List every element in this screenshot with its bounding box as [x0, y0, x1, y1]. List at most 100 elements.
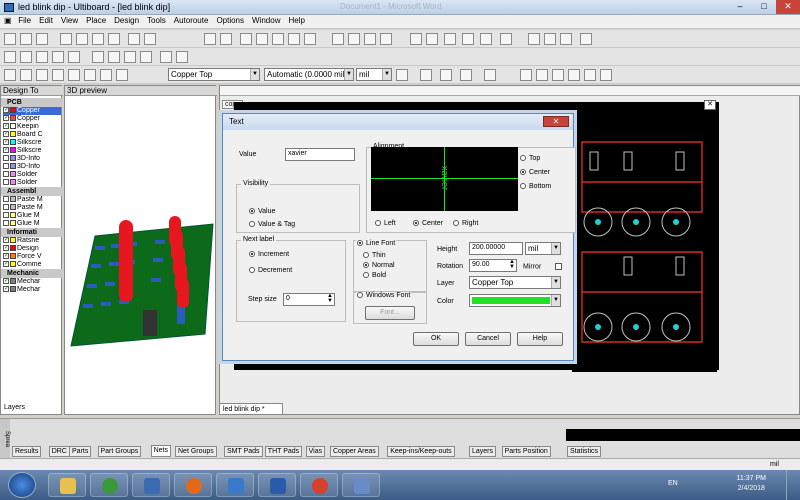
menu-place[interactable]: Place [82, 15, 110, 26]
toolbar-button[interactable] [4, 33, 16, 45]
layer-item[interactable]: ✓ Keepin [3, 123, 61, 131]
menu-window[interactable]: Window [248, 15, 284, 26]
help-button[interactable]: Help [517, 332, 563, 346]
tab-smt-pads[interactable]: SMT Pads [224, 446, 263, 457]
unit-select[interactable]: mil ▼ [356, 68, 392, 81]
toolbar-button[interactable] [92, 51, 104, 63]
toolbar-button[interactable] [92, 33, 104, 45]
layer-group-header[interactable]: Mechanic [1, 269, 63, 278]
menu-design[interactable]: Design [110, 15, 143, 26]
language-indicator[interactable]: EN [668, 480, 678, 487]
toolbar-button[interactable] [20, 33, 32, 45]
toolbar-button[interactable] [520, 69, 532, 81]
checkbox-checked-icon[interactable]: ✓ [3, 237, 9, 244]
toolbar-button[interactable] [128, 33, 140, 45]
toolbar-button[interactable] [396, 69, 408, 81]
layer-item[interactable]: ✓ Mechar [3, 286, 61, 294]
checkbox-icon[interactable] [3, 196, 9, 203]
tab-tht-pads[interactable]: THT Pads [264, 446, 303, 457]
checkbox-icon[interactable] [3, 220, 9, 227]
align-center-radio[interactable]: Center [520, 169, 550, 176]
toolbar-button[interactable] [410, 33, 422, 45]
layer-group-header[interactable]: PCB [1, 98, 63, 107]
tab-copper-areas[interactable]: Copper Areas [330, 446, 379, 457]
tab-net-groups[interactable]: Net Groups [175, 446, 217, 457]
visibility-value-tag-radio[interactable]: Value & Tag [249, 221, 295, 228]
mirror-label[interactable]: Mirror [523, 263, 563, 270]
tab-parts[interactable]: Parts [69, 446, 92, 457]
checkbox-icon[interactable] [3, 212, 9, 219]
toolbar-button[interactable] [144, 33, 156, 45]
pcb-layout-view[interactable] [572, 122, 717, 372]
toolbar-button[interactable] [68, 51, 80, 63]
checkbox-icon[interactable] [3, 179, 9, 186]
visibility-value-radio[interactable]: Value [249, 208, 275, 215]
command-bar[interactable] [566, 429, 800, 441]
font-thin-radio[interactable]: Thin [363, 252, 386, 259]
checkbox-icon[interactable] [3, 155, 9, 162]
rotation-input[interactable]: 90.00 ▲ ▼ [469, 259, 517, 272]
checkbox-icon[interactable] [3, 171, 9, 178]
toolbar-button[interactable] [480, 33, 492, 45]
tab-vias[interactable]: Vias [305, 446, 326, 457]
layer-select[interactable]: Copper Top ▼ [168, 68, 260, 81]
toolbar-button[interactable] [536, 69, 548, 81]
tab-part-groups[interactable]: Part Groups [97, 446, 142, 457]
font-button[interactable]: Font... [365, 306, 415, 320]
menu-tools[interactable]: Tools [143, 15, 170, 26]
toolbar-button[interactable] [580, 33, 592, 45]
grid-select[interactable]: Automatic (0.0000 mil ▼ [264, 68, 354, 81]
checkbox-checked-icon[interactable]: ✓ [3, 107, 9, 114]
layer-item[interactable]: 3D-Info [3, 163, 61, 171]
toolbar-button[interactable] [4, 51, 16, 63]
toolbar-button[interactable] [568, 69, 580, 81]
toolbar-button[interactable] [116, 69, 128, 81]
line-font-radio[interactable]: Line Font [356, 240, 397, 247]
toolbar-button[interactable] [304, 33, 316, 45]
toolbar-button[interactable] [20, 69, 32, 81]
clock[interactable]: 11:37 PM 2/4/2018 [737, 474, 766, 494]
tab-keep-ins-keep-outs[interactable]: Keep-ins/Keep-outs [387, 446, 455, 457]
layer-item[interactable]: ✓ Copper [3, 107, 61, 115]
toolbar-button[interactable] [544, 33, 556, 45]
toolbar-button[interactable] [272, 33, 284, 45]
ok-button[interactable]: OK [413, 332, 459, 346]
document-tab[interactable]: led blink dip * [219, 403, 283, 415]
taskbar-word[interactable] [258, 473, 296, 497]
checkbox-checked-icon[interactable]: ✓ [3, 115, 9, 122]
toolbar-button[interactable] [460, 69, 472, 81]
toolbar-button[interactable] [204, 33, 216, 45]
show-desktop-button[interactable] [786, 470, 800, 500]
toolbar-button[interactable] [36, 33, 48, 45]
toolbar-button[interactable] [140, 51, 152, 63]
taskbar-firefox[interactable] [174, 473, 212, 497]
layer-item[interactable]: ✓ Board C [3, 131, 61, 139]
taskbar-app[interactable] [132, 473, 170, 497]
layer-item[interactable]: ✓ Ratsne [3, 237, 61, 245]
menu-file[interactable]: File [14, 15, 35, 26]
tab-layers[interactable]: Layers [469, 446, 497, 457]
align-bottom-radio[interactable]: Bottom [520, 183, 551, 190]
height-input[interactable]: 200.00000 [469, 242, 523, 255]
taskbar-media[interactable] [90, 473, 128, 497]
toolbar-button[interactable] [220, 33, 232, 45]
height-unit-select[interactable]: mil ▼ [525, 242, 561, 255]
layer-item[interactable]: ✓ Design [3, 245, 61, 253]
taskbar-chrome[interactable] [300, 473, 338, 497]
toolbar-button[interactable] [426, 33, 438, 45]
decrement-radio[interactable]: Decrement [249, 267, 292, 274]
cancel-button[interactable]: Cancel [465, 332, 511, 346]
checkbox-icon[interactable] [3, 163, 9, 170]
align-left-radio[interactable]: Left [375, 220, 396, 227]
toolbar-button[interactable] [348, 33, 360, 45]
taskbar-explorer[interactable] [48, 473, 86, 497]
start-button[interactable] [8, 472, 36, 498]
layer-item[interactable]: ✓ Comme [3, 261, 61, 269]
toolbar-button[interactable] [52, 51, 64, 63]
step-size-stepper[interactable]: 0 ▲ ▼ [283, 293, 335, 306]
toolbar-button[interactable] [240, 33, 252, 45]
checkbox-checked-icon[interactable]: ✓ [3, 245, 9, 252]
dialog-close-button[interactable]: ✕ [543, 116, 569, 127]
layer-item[interactable]: Paste M [3, 196, 61, 204]
toolbar-button[interactable] [420, 69, 432, 81]
